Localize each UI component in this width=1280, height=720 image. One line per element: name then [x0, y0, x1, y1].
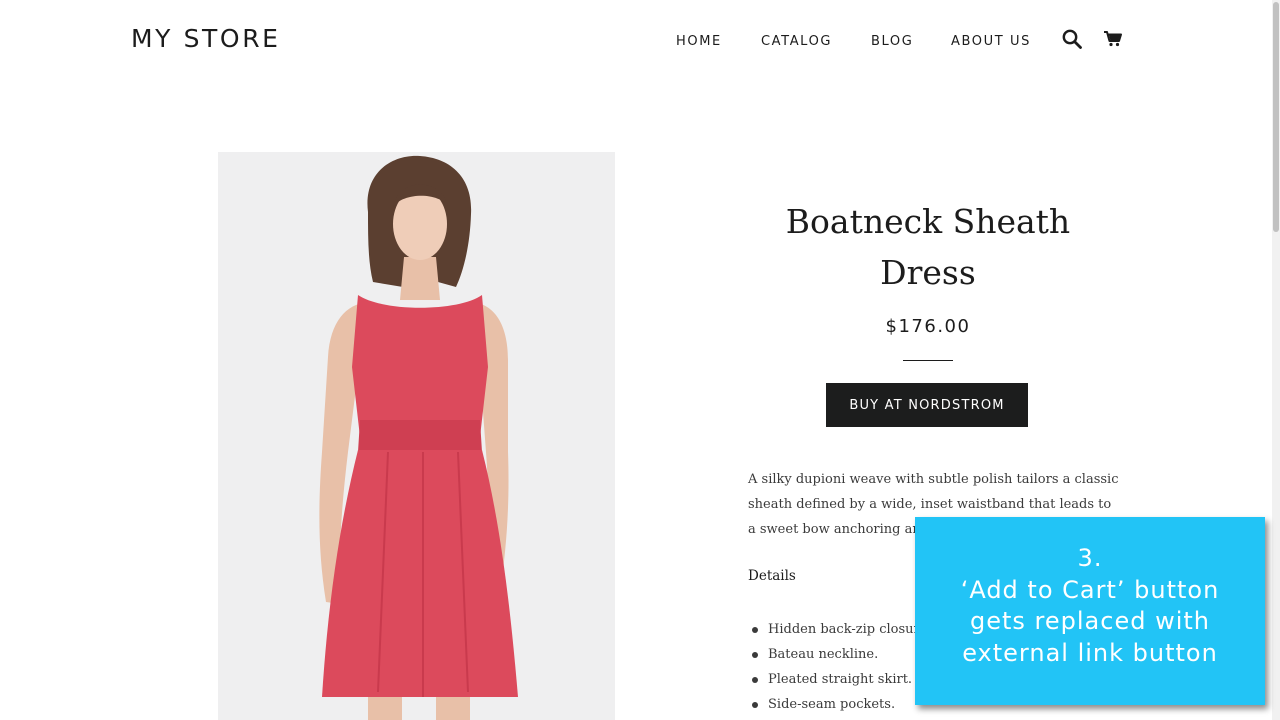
nav-about-us[interactable]: ABOUT US: [951, 34, 1031, 49]
product-title-line-2: Dress: [880, 253, 976, 292]
nav-catalog[interactable]: CATALOG: [761, 34, 832, 49]
search-icon[interactable]: [1061, 28, 1083, 50]
list-item: Bateau neckline.: [750, 642, 932, 667]
product-title-line-1: Boatneck Sheath: [785, 202, 1071, 241]
details-heading: Details: [748, 568, 796, 584]
price-divider: [903, 360, 953, 361]
product-price: $176.00: [885, 316, 971, 337]
scrollbar[interactable]: [1272, 0, 1280, 720]
callout-line: external link button: [962, 638, 1218, 667]
list-item: Pleated straight skirt.: [750, 667, 932, 692]
list-item: Hidden back-zip closure.: [750, 617, 932, 642]
callout-line: ‘Add to Cart’ button: [960, 575, 1220, 604]
nav-home[interactable]: HOME: [676, 34, 722, 49]
store-logo[interactable]: MY STORE: [131, 24, 281, 53]
list-item: Side-seam pockets.: [750, 692, 932, 717]
scrollbar-thumb[interactable]: [1273, 2, 1279, 232]
buy-at-nordstrom-button[interactable]: BUY AT NORDSTROM: [826, 383, 1028, 427]
product-image: [218, 152, 615, 720]
annotation-callout: 3. ‘Add to Cart’ button gets replaced wi…: [915, 517, 1265, 705]
callout-step-number: 3.: [1077, 544, 1103, 572]
details-list: Hidden back-zip closure. Bateau neckline…: [750, 617, 932, 717]
product-title: Boatneck Sheath Dress: [728, 196, 1128, 298]
callout-line: gets replaced with: [970, 607, 1210, 635]
nav-blog[interactable]: BLOG: [871, 34, 913, 49]
cart-icon[interactable]: [1102, 28, 1124, 50]
